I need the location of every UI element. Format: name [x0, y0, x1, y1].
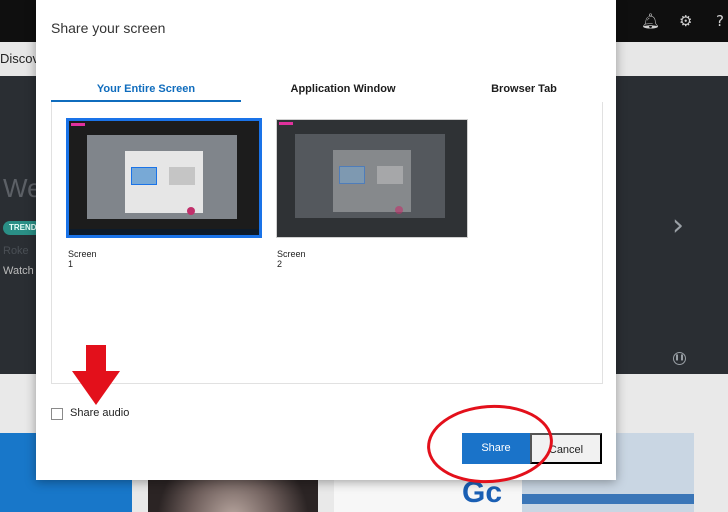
- help-icon[interactable]: ?: [716, 12, 724, 30]
- content-tile-photo[interactable]: [148, 478, 318, 512]
- share-screen-dialog: Share your screen Your Entire Screen App…: [36, 0, 616, 480]
- chevron-right-icon[interactable]: ›: [672, 208, 684, 243]
- thumb-marker: [279, 122, 293, 125]
- hero-subtitle: Roke: [3, 245, 29, 257]
- gear-icon[interactable]: ⚙: [679, 12, 692, 30]
- screen-label: Screen 2: [277, 249, 306, 269]
- tile-bar: [522, 494, 694, 504]
- screen-thumbnail[interactable]: [66, 118, 262, 238]
- thumb-screen-a: [339, 166, 365, 184]
- dialog-title: Share your screen: [51, 20, 166, 36]
- down-arrow-annotation: [72, 345, 120, 405]
- screen-label: Screen 1: [68, 249, 97, 269]
- thumb-taskbar: [69, 229, 259, 235]
- tab-entire-screen[interactable]: Your Entire Screen: [51, 82, 241, 102]
- pause-icon[interactable]: ❚❚: [673, 352, 686, 365]
- share-audio-label: Share audio: [70, 407, 130, 419]
- screen-thumbnail[interactable]: [276, 119, 468, 238]
- thumb-dot: [395, 206, 403, 214]
- thumb-screen-b: [169, 167, 195, 185]
- thumb-screen-a: [131, 167, 157, 185]
- thumb-marker: [71, 123, 85, 126]
- share-audio-checkbox[interactable]: [51, 408, 63, 420]
- thumb-screen-b: [377, 166, 403, 184]
- tab-browser-tab[interactable]: Browser Tab: [445, 82, 603, 102]
- hero-watch-link[interactable]: Watch: [3, 265, 34, 277]
- bell-icon[interactable]: 🔔︎: [641, 12, 660, 30]
- thumb-dot: [187, 207, 195, 215]
- tab-application-window[interactable]: Application Window: [241, 82, 445, 102]
